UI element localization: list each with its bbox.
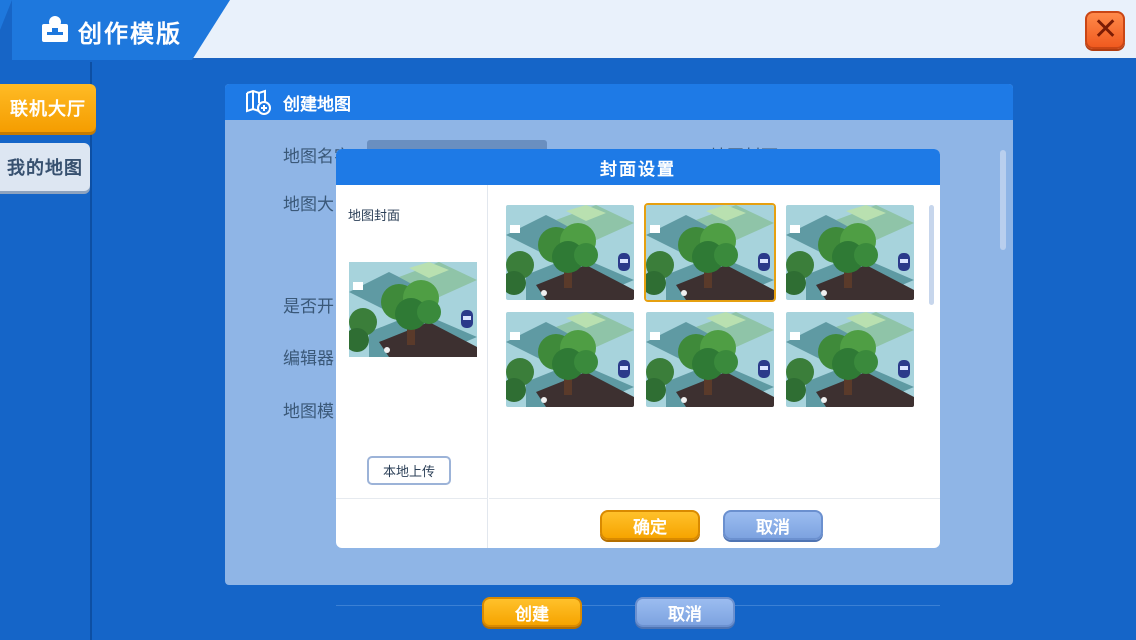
cover-thumbnail[interactable] (506, 205, 634, 300)
divider (336, 498, 488, 499)
panel-title: 创建地图 (283, 94, 351, 115)
cover-thumbnail[interactable] (506, 312, 634, 407)
confirm-button[interactable]: 确定 (600, 510, 700, 540)
sidebar-item-lobby[interactable]: 联机大厅 (0, 84, 96, 132)
map-add-icon (246, 89, 271, 115)
cover-thumbnail[interactable] (786, 312, 914, 407)
is-open-label: 是否开 (283, 297, 334, 317)
close-icon: ✕ (1093, 12, 1119, 47)
create-button[interactable]: 创建 (482, 597, 582, 627)
thumbnail-scrollbar[interactable] (929, 205, 934, 305)
cover-thumbnail[interactable] (786, 205, 914, 300)
lightbulb-icon (42, 16, 68, 42)
divider (489, 498, 940, 499)
dialog-cancel-button[interactable]: 取消 (723, 510, 823, 540)
cover-label: 地图封面 (348, 209, 401, 224)
map-size-label: 地图大 (283, 195, 334, 215)
cover-thumbnail[interactable] (646, 312, 774, 407)
panel-scrollbar[interactable] (1000, 150, 1006, 250)
top-bar: 创作模版 ✕ (0, 0, 1136, 60)
close-button[interactable]: ✕ (1085, 11, 1125, 49)
panel-header: 创建地图 (225, 84, 1013, 120)
window-title: 创作模版 (78, 20, 182, 48)
cover-preview-column: 地图封面 本地上传 (336, 185, 488, 548)
cover-preview-image (349, 262, 477, 357)
map-template-label: 地图模 (283, 402, 334, 422)
editor-label: 编辑器 (283, 349, 334, 369)
sidebar-item-my-maps[interactable]: 我的地图 (0, 143, 90, 191)
cover-settings-dialog: 封面设置 地图封面 本地上传 确定 取消 (336, 149, 940, 548)
panel-cancel-button[interactable]: 取消 (635, 597, 735, 627)
dialog-title: 封面设置 (336, 149, 940, 185)
cover-thumbnail-selected[interactable] (644, 203, 776, 302)
local-upload-button[interactable]: 本地上传 (367, 456, 451, 485)
